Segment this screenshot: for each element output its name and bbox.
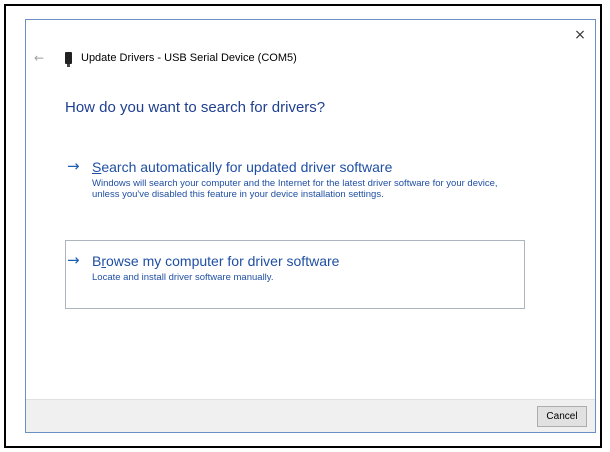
cancel-button[interactable]: Cancel	[537, 406, 587, 427]
browse-computer-option[interactable]: → Browse my computer for driver software…	[65, 240, 525, 309]
arrow-right-icon: →	[67, 251, 80, 269]
back-arrow-icon[interactable]: ←	[34, 51, 48, 65]
option-title-text: earch automatically for updated driver s…	[101, 159, 393, 175]
page-heading: How do you want to search for drivers?	[65, 99, 326, 116]
option-title-text: owse my computer for driver software	[106, 253, 340, 269]
option-title-prefix: B	[92, 253, 102, 269]
window-title: Update Drivers - USB Serial Device (COM5…	[81, 52, 297, 64]
option-description: Locate and install driver software manua…	[92, 272, 274, 283]
access-key: S	[92, 159, 102, 175]
option-title: Browse my computer for driver software	[92, 252, 339, 270]
dialog-footer: Cancel	[26, 399, 595, 432]
update-drivers-dialog: × ← Update Drivers - USB Serial Device (…	[25, 19, 596, 433]
arrow-right-icon: →	[67, 157, 80, 175]
option-description: Windows will search your computer and th…	[92, 178, 498, 200]
usb-device-icon	[65, 52, 72, 67]
option-title: Search automatically for updated driver …	[92, 158, 392, 176]
search-automatically-option[interactable]: → Search automatically for updated drive…	[65, 148, 525, 240]
close-button[interactable]: ×	[571, 26, 589, 44]
